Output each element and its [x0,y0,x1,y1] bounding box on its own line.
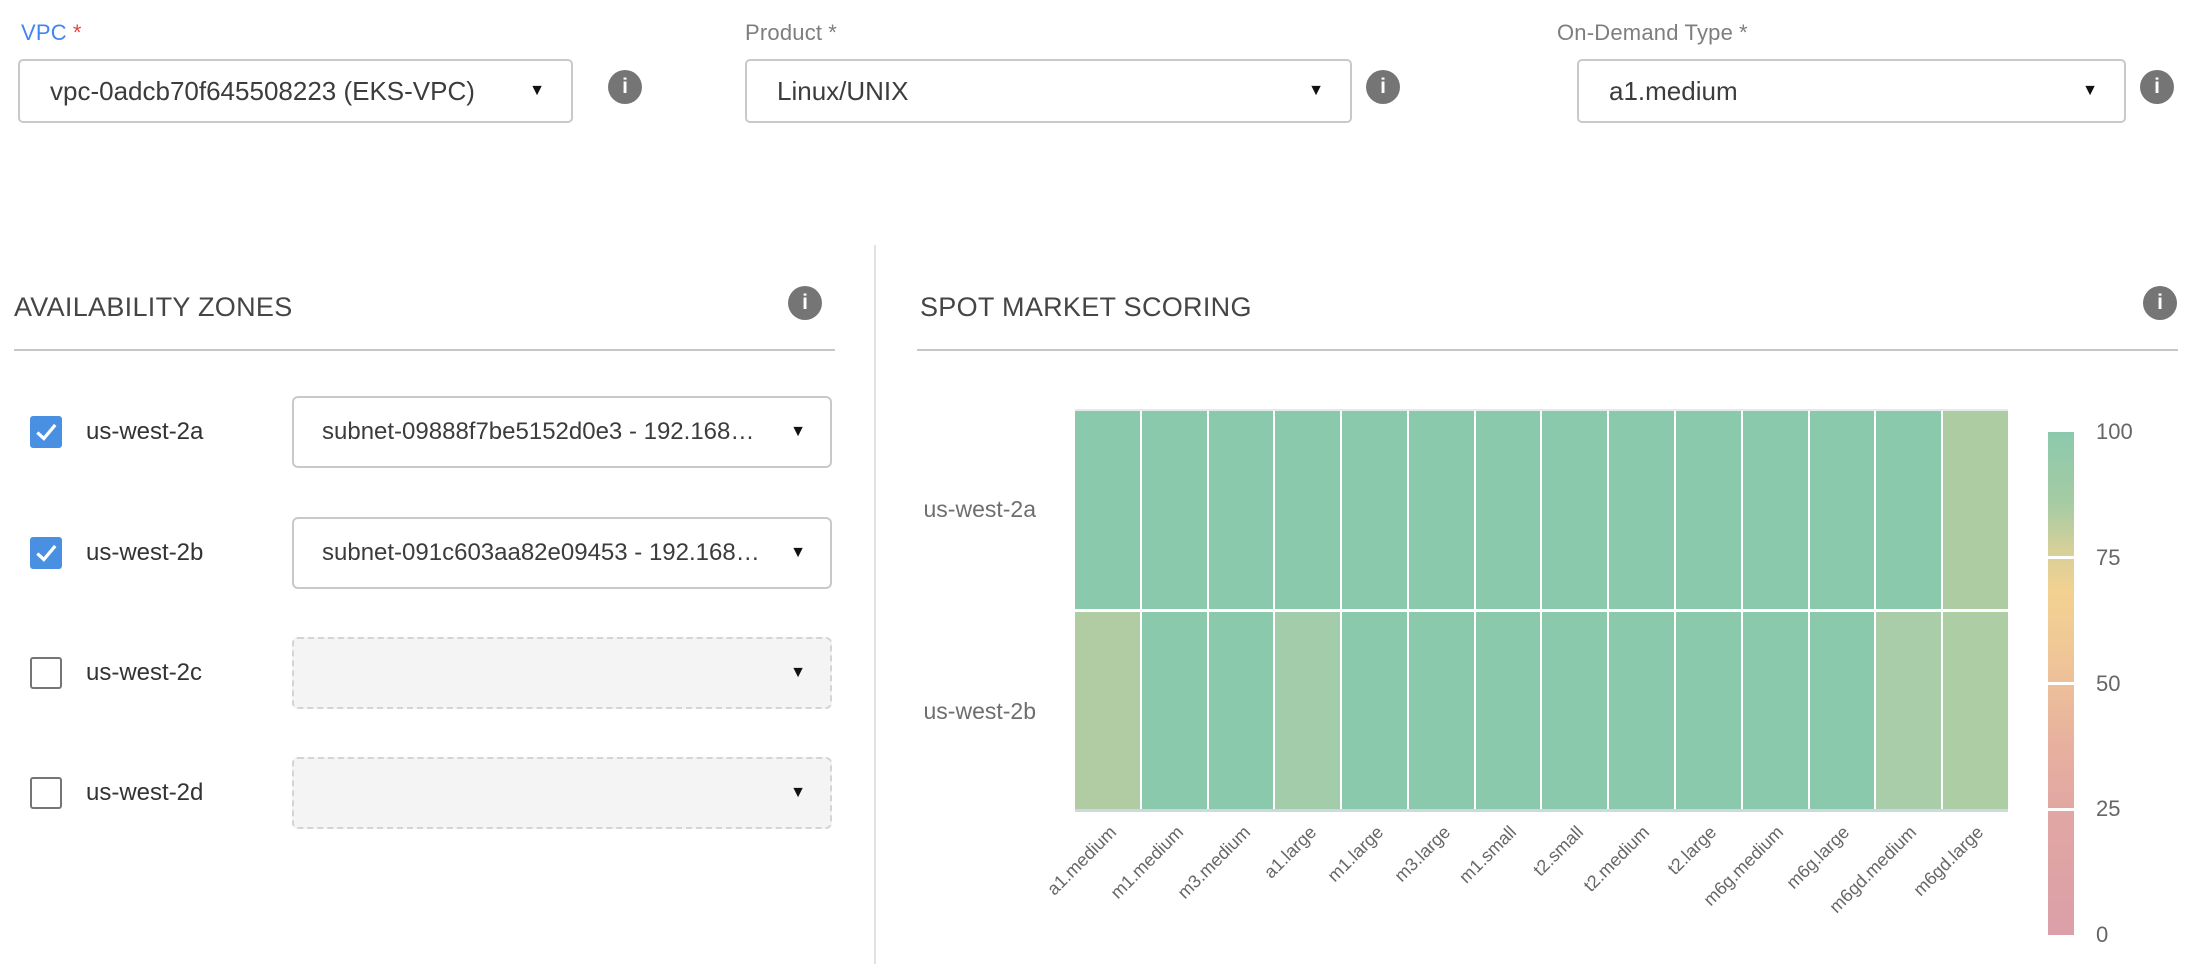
chevron-down-icon: ▼ [790,423,806,441]
heatmap-cell[interactable] [1810,411,1875,609]
heatmap-cell[interactable] [1409,612,1474,810]
vpc-label: VPC* [21,20,82,46]
on-demand-type-select[interactable]: a1.medium ▼ [1577,59,2126,123]
availability-zones-divider [14,349,835,351]
zone-label: us-west-2b [86,539,203,567]
colorbar-tick-label: 100 [2096,419,2133,445]
on-demand-type-select-value: a1.medium [1609,76,1738,107]
subnet-select-us-west-2c[interactable]: ▼ [292,637,832,709]
zone-checkbox-us-west-2d[interactable] [30,777,62,809]
heatmap-cell[interactable] [1476,612,1541,810]
zone-checkbox-us-west-2c[interactable] [30,657,62,689]
zone-row-us-west-2d: us-west-2d ▼ [30,757,832,829]
heatmap-cell[interactable] [1275,411,1340,609]
spot-market-scoring-title: SPOT MARKET SCORING [920,292,1252,323]
heatmap-cell[interactable] [1676,612,1741,810]
heatmap-cell[interactable] [1142,612,1207,810]
zone-label: us-west-2c [86,659,202,687]
heatmap-x-axis-labels: a1.mediumm1.mediumm3.mediuma1.largem1.la… [1075,822,2008,964]
heatmap-cell[interactable] [1676,411,1741,609]
product-info-icon[interactable]: i [1366,70,1400,104]
heatmap-cell[interactable] [1476,411,1541,609]
heatmap-cell[interactable] [1342,612,1407,810]
heatmap-cell[interactable] [1142,411,1207,609]
heatmap-row-label: us-west-2a [880,409,1036,611]
heatmap-cell[interactable] [1810,612,1875,810]
subnet-select-us-west-2a[interactable]: subnet-09888f7be5152d0e3 - 192.168… ▼ [292,396,832,468]
colorbar-tick-label: 0 [2096,922,2108,948]
chevron-down-icon: ▼ [790,784,806,802]
spot-market-scoring-info-icon[interactable]: i [2143,286,2177,320]
zone-row-us-west-2b: us-west-2b subnet-091c603aa82e09453 - 19… [30,517,832,589]
heatmap-cell[interactable] [1943,411,2008,609]
subnet-select-us-west-2b[interactable]: subnet-091c603aa82e09453 - 192.168… ▼ [292,517,832,589]
section-divider [874,245,876,964]
heatmap-cell[interactable] [1075,612,1140,810]
heatmap-cell[interactable] [1409,411,1474,609]
heatmap-cell[interactable] [1209,411,1274,609]
colorbar-tick-gap [2048,556,2074,559]
vpc-select-value: vpc-0adcb70f645508223 (EKS-VPC) [50,76,475,107]
required-asterisk: * [1739,20,1748,45]
spot-market-scoring-divider [917,349,2178,351]
product-label: Product* [745,20,837,46]
on-demand-type-info-icon[interactable]: i [2140,70,2174,104]
heatmap-cell[interactable] [1876,411,1941,609]
zone-label: us-west-2d [86,779,203,807]
on-demand-type-label: On-Demand Type* [1557,20,1748,46]
heatmap-cell[interactable] [1743,612,1808,810]
chevron-down-icon: ▼ [790,664,806,682]
chevron-down-icon: ▼ [1308,82,1324,100]
vpc-info-icon[interactable]: i [608,70,642,104]
zone-checkbox-us-west-2b[interactable] [30,537,62,569]
subnet-select-value: subnet-09888f7be5152d0e3 - 192.168… [322,418,754,446]
heatmap-cell[interactable] [1609,411,1674,609]
vpc-select[interactable]: vpc-0adcb70f645508223 (EKS-VPC) ▼ [18,59,573,123]
zone-row-us-west-2c: us-west-2c ▼ [30,637,832,709]
subnet-select-value: subnet-091c603aa82e09453 - 192.168… [322,539,760,567]
check-icon [33,419,59,445]
colorbar [2048,432,2074,935]
heatmap-cell[interactable] [1876,612,1941,810]
colorbar-tick-label: 50 [2096,671,2120,697]
check-icon [33,540,59,566]
heatmap-row-label: us-west-2b [880,611,1036,813]
heatmap-cell[interactable] [1275,612,1340,810]
colorbar-tick-gap [2048,808,2074,811]
heatmap-cell[interactable] [1542,612,1607,810]
heatmap-cell[interactable] [1209,612,1274,810]
subnet-select-us-west-2d[interactable]: ▼ [292,757,832,829]
heatmap-cell[interactable] [1075,411,1140,609]
availability-zones-title: AVAILABILITY ZONES [14,292,293,323]
product-select[interactable]: Linux/UNIX ▼ [745,59,1352,123]
heatmap-cell[interactable] [1342,411,1407,609]
colorbar-tick-label: 75 [2096,545,2120,571]
availability-zones-info-icon[interactable]: i [788,286,822,320]
heatmap [1075,409,2008,812]
zone-checkbox-us-west-2a[interactable] [30,416,62,448]
heatmap-cell[interactable] [1609,612,1674,810]
chevron-down-icon: ▼ [529,82,545,100]
heatmap-cell[interactable] [1943,612,2008,810]
heatmap-row-labels: us-west-2aus-west-2b [880,409,1036,812]
heatmap-cell[interactable] [1542,411,1607,609]
zone-label: us-west-2a [86,418,203,446]
chevron-down-icon: ▼ [2082,82,2098,100]
zone-row-us-west-2a: us-west-2a subnet-09888f7be5152d0e3 - 19… [30,396,832,468]
colorbar-tick-labels: 1007550250 [2096,432,2166,935]
colorbar-tick-label: 25 [2096,796,2120,822]
colorbar-tick-gap [2048,682,2074,685]
required-asterisk: * [73,20,82,45]
product-select-value: Linux/UNIX [777,76,909,107]
heatmap-cell[interactable] [1743,411,1808,609]
chevron-down-icon: ▼ [790,544,806,562]
required-asterisk: * [828,20,837,45]
